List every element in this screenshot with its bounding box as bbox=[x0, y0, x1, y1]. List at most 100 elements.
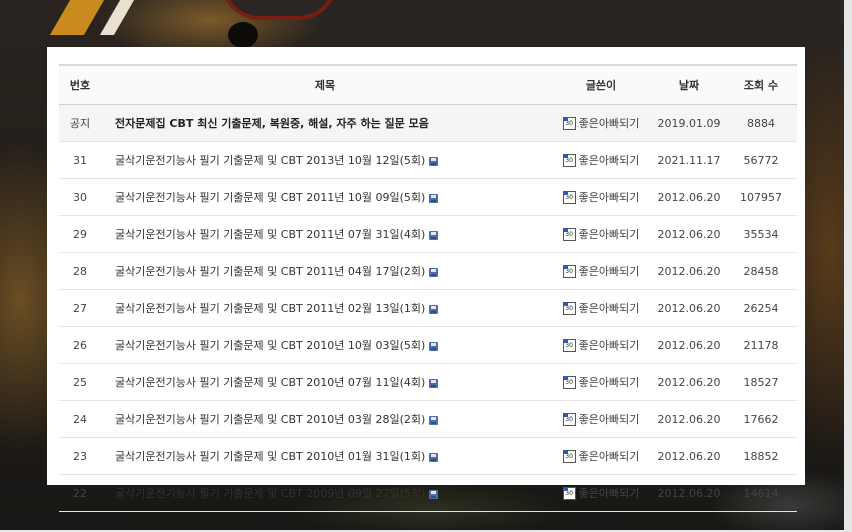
post-title-cell[interactable]: 굴삭기운전기능사 필기 기출문제 및 CBT 2010년 01월 31일(1회) bbox=[101, 437, 549, 475]
post-date: 2012.06.20 bbox=[653, 252, 725, 290]
member-level-icon: 30 bbox=[562, 227, 576, 241]
post-date: 2012.06.20 bbox=[653, 363, 725, 401]
floppy-disk-icon bbox=[429, 452, 439, 462]
post-date: 2012.06.20 bbox=[653, 474, 725, 512]
post-title-cell[interactable]: 굴삭기운전기능사 필기 기출문제 및 CBT 2010년 07월 11일(4회) bbox=[101, 363, 549, 401]
member-level-icon: 30 bbox=[562, 190, 576, 204]
column-header-author[interactable]: 글쓴이 bbox=[549, 64, 653, 105]
view-count: 56772 bbox=[725, 141, 797, 179]
post-title-link[interactable]: 굴삭기운전기능사 필기 기출문제 및 CBT 2009년 09월 27일(5회) bbox=[115, 487, 425, 500]
table-row[interactable]: 22 굴삭기운전기능사 필기 기출문제 및 CBT 2009년 09월 27일(5… bbox=[59, 474, 797, 512]
post-title-cell[interactable]: 굴삭기운전기능사 필기 기출문제 및 CBT 2011년 02월 13일(1회) bbox=[101, 289, 549, 327]
post-title-link[interactable]: 굴삭기운전기능사 필기 기출문제 및 CBT 2010년 01월 31일(1회) bbox=[115, 450, 425, 463]
post-date: 2019.01.09 bbox=[653, 104, 725, 142]
floppy-disk-icon bbox=[429, 267, 439, 277]
author-cell[interactable]: 30 좋은아빠되기 bbox=[549, 141, 653, 179]
post-number: 30 bbox=[59, 178, 101, 216]
column-header-num[interactable]: 번호 bbox=[59, 64, 101, 105]
author-cell[interactable]: 30 좋은아빠되기 bbox=[549, 104, 653, 142]
post-title-link[interactable]: 굴삭기운전기능사 필기 기출문제 및 CBT 2013년 10월 12일(5회) bbox=[115, 154, 425, 167]
post-title-link[interactable]: 굴삭기운전기능사 필기 기출문제 및 CBT 2010년 07월 11일(4회) bbox=[115, 376, 425, 389]
table-row[interactable]: 28 굴삭기운전기능사 필기 기출문제 및 CBT 2011년 04월 17일(2… bbox=[59, 252, 797, 290]
floppy-disk-icon bbox=[429, 341, 439, 351]
post-title-link[interactable]: 굴삭기운전기능사 필기 기출문제 및 CBT 2010년 03월 28일(2회) bbox=[115, 413, 425, 426]
background-knob bbox=[228, 22, 258, 48]
table-row[interactable]: 31 굴삭기운전기능사 필기 기출문제 및 CBT 2013년 10월 12일(5… bbox=[59, 141, 797, 179]
background-ring bbox=[220, 0, 338, 20]
post-title-link[interactable]: 굴삭기운전기능사 필기 기출문제 및 CBT 2011년 07월 31일(4회) bbox=[115, 228, 425, 241]
view-count: 28458 bbox=[725, 252, 797, 290]
author-name[interactable]: 좋은아빠되기 bbox=[579, 337, 640, 353]
author-cell[interactable]: 30 좋은아빠되기 bbox=[549, 474, 653, 512]
author-name[interactable]: 좋은아빠되기 bbox=[579, 300, 640, 316]
author-name[interactable]: 좋은아빠되기 bbox=[579, 263, 640, 279]
notice-row[interactable]: 공지 전자문제집 CBT 최신 기출문제, 복원중, 해설, 자주 하는 질문 … bbox=[59, 104, 797, 142]
author-name[interactable]: 좋은아빠되기 bbox=[579, 374, 640, 390]
member-level-icon: 30 bbox=[562, 116, 576, 130]
board-table: 번호 제목 글쓴이 날짜 조회 수 공지 전자문제집 CBT 최신 기출문제, … bbox=[59, 64, 797, 512]
view-count: 18527 bbox=[725, 363, 797, 401]
author-cell[interactable]: 30 좋은아빠되기 bbox=[549, 252, 653, 290]
member-level-icon: 30 bbox=[562, 412, 576, 426]
author-cell[interactable]: 30 좋은아빠되기 bbox=[549, 289, 653, 327]
post-title-link[interactable]: 굴삭기운전기능사 필기 기출문제 및 CBT 2010년 10월 03일(5회) bbox=[115, 339, 425, 352]
view-count: 8884 bbox=[725, 104, 797, 142]
author-name[interactable]: 좋은아빠되기 bbox=[579, 411, 640, 427]
floppy-disk-icon bbox=[429, 304, 439, 314]
post-number: 29 bbox=[59, 215, 101, 253]
author-name[interactable]: 좋은아빠되기 bbox=[579, 226, 640, 242]
table-row[interactable]: 27 굴삭기운전기능사 필기 기출문제 및 CBT 2011년 02월 13일(1… bbox=[59, 289, 797, 327]
table-row[interactable]: 23 굴삭기운전기능사 필기 기출문제 및 CBT 2010년 01월 31일(1… bbox=[59, 437, 797, 475]
view-count: 18852 bbox=[725, 437, 797, 475]
member-level-icon: 30 bbox=[562, 375, 576, 389]
view-count: 35534 bbox=[725, 215, 797, 253]
author-cell[interactable]: 30 좋은아빠되기 bbox=[549, 363, 653, 401]
post-number: 25 bbox=[59, 363, 101, 401]
author-name[interactable]: 좋은아빠되기 bbox=[579, 189, 640, 205]
table-header-row: 번호 제목 글쓴이 날짜 조회 수 bbox=[59, 64, 797, 105]
post-title-link[interactable]: 굴삭기운전기능사 필기 기출문제 및 CBT 2011년 10월 09일(5회) bbox=[115, 191, 425, 204]
author-name[interactable]: 좋은아빠되기 bbox=[579, 448, 640, 464]
floppy-disk-icon bbox=[429, 193, 439, 203]
post-title-cell[interactable]: 굴삭기운전기능사 필기 기출문제 및 CBT 2011년 04월 17일(2회) bbox=[101, 252, 549, 290]
post-number: 27 bbox=[59, 289, 101, 327]
table-row[interactable]: 24 굴삭기운전기능사 필기 기출문제 및 CBT 2010년 03월 28일(2… bbox=[59, 400, 797, 438]
post-title-cell[interactable]: 굴삭기운전기능사 필기 기출문제 및 CBT 2013년 10월 12일(5회) bbox=[101, 141, 549, 179]
post-title-cell[interactable]: 굴삭기운전기능사 필기 기출문제 및 CBT 2010년 03월 28일(2회) bbox=[101, 400, 549, 438]
floppy-disk-icon bbox=[429, 230, 439, 240]
post-title-cell[interactable]: 굴삭기운전기능사 필기 기출문제 및 CBT 2011년 10월 09일(5회) bbox=[101, 178, 549, 216]
view-count: 21178 bbox=[725, 326, 797, 364]
view-count: 14614 bbox=[725, 474, 797, 512]
post-title-link[interactable]: 전자문제집 CBT 최신 기출문제, 복원중, 해설, 자주 하는 질문 모음 bbox=[101, 104, 549, 142]
table-row[interactable]: 26 굴삭기운전기능사 필기 기출문제 및 CBT 2010년 10월 03일(5… bbox=[59, 326, 797, 364]
post-title-link[interactable]: 굴삭기운전기능사 필기 기출문제 및 CBT 2011년 04월 17일(2회) bbox=[115, 265, 425, 278]
member-level-icon: 30 bbox=[562, 449, 576, 463]
member-level-icon: 30 bbox=[562, 338, 576, 352]
frame-edge bbox=[844, 0, 852, 532]
column-header-date[interactable]: 날짜 bbox=[653, 64, 725, 105]
post-title-cell[interactable]: 굴삭기운전기능사 필기 기출문제 및 CBT 2011년 07월 31일(4회) bbox=[101, 215, 549, 253]
author-name[interactable]: 좋은아빠되기 bbox=[579, 152, 640, 168]
author-name[interactable]: 좋은아빠되기 bbox=[579, 115, 640, 131]
post-date: 2012.06.20 bbox=[653, 437, 725, 475]
author-cell[interactable]: 30 좋은아빠되기 bbox=[549, 437, 653, 475]
column-header-title[interactable]: 제목 bbox=[101, 64, 549, 105]
floppy-disk-icon bbox=[429, 156, 439, 166]
floppy-disk-icon bbox=[429, 489, 439, 499]
post-number: 31 bbox=[59, 141, 101, 179]
author-cell[interactable]: 30 좋은아빠되기 bbox=[549, 326, 653, 364]
author-cell[interactable]: 30 좋은아빠되기 bbox=[549, 215, 653, 253]
post-title-link[interactable]: 굴삭기운전기능사 필기 기출문제 및 CBT 2011년 02월 13일(1회) bbox=[115, 302, 425, 315]
table-row[interactable]: 25 굴삭기운전기능사 필기 기출문제 및 CBT 2010년 07월 11일(4… bbox=[59, 363, 797, 401]
notice-label: 공지 bbox=[59, 104, 101, 142]
author-name[interactable]: 좋은아빠되기 bbox=[579, 485, 640, 501]
table-row[interactable]: 30 굴삭기운전기능사 필기 기출문제 및 CBT 2011년 10월 09일(5… bbox=[59, 178, 797, 216]
post-title-cell[interactable]: 굴삭기운전기능사 필기 기출문제 및 CBT 2009년 09월 27일(5회) bbox=[101, 474, 549, 512]
author-cell[interactable]: 30 좋은아빠되기 bbox=[549, 400, 653, 438]
background-stripe bbox=[99, 0, 135, 35]
column-header-views[interactable]: 조회 수 bbox=[725, 64, 797, 105]
author-cell[interactable]: 30 좋은아빠되기 bbox=[549, 178, 653, 216]
table-row[interactable]: 29 굴삭기운전기능사 필기 기출문제 및 CBT 2011년 07월 31일(4… bbox=[59, 215, 797, 253]
post-title-cell[interactable]: 굴삭기운전기능사 필기 기출문제 및 CBT 2010년 10월 03일(5회) bbox=[101, 326, 549, 364]
floppy-disk-icon bbox=[429, 378, 439, 388]
